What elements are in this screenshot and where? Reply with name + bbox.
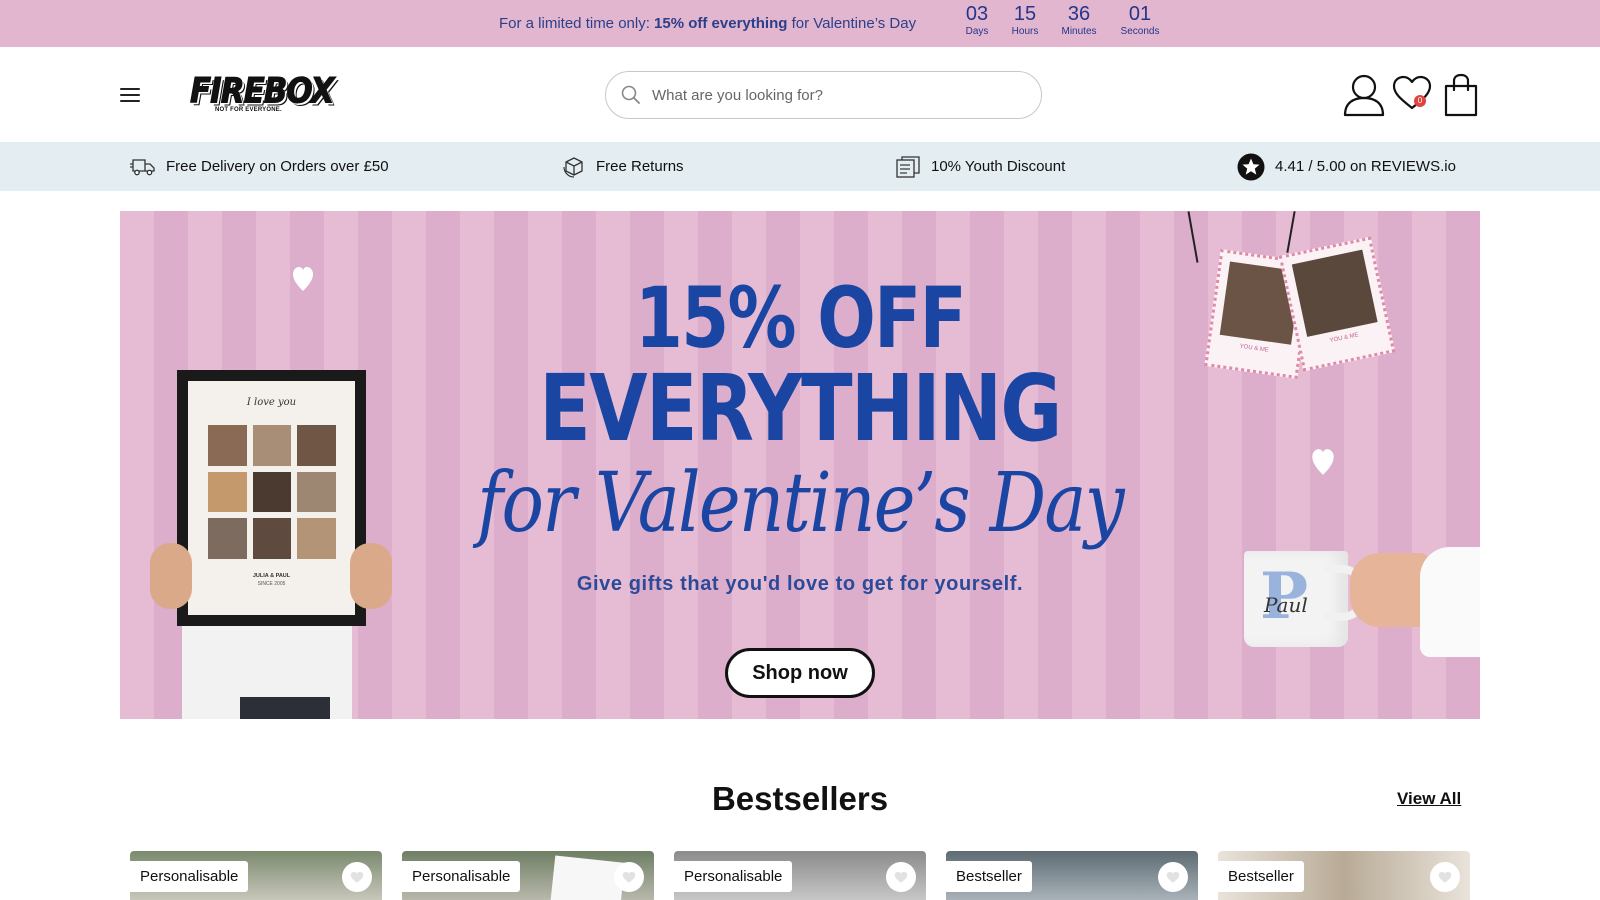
logo-wordmark: FIREBOX bbox=[190, 70, 336, 112]
product-card[interactable]: Bestseller bbox=[1218, 851, 1470, 900]
heart-icon bbox=[350, 871, 364, 883]
star-badge-icon bbox=[1237, 153, 1265, 180]
wishlist-toggle[interactable] bbox=[1158, 862, 1188, 892]
wishlist-toggle[interactable] bbox=[614, 862, 644, 892]
menu-icon[interactable] bbox=[120, 87, 142, 103]
product-card[interactable]: Personalisable bbox=[674, 851, 926, 900]
countdown-days: 03 Days bbox=[962, 2, 992, 38]
promo-text-before: For a limited time only: bbox=[499, 15, 655, 32]
tag-string bbox=[1286, 211, 1296, 253]
tag-string bbox=[1187, 211, 1199, 263]
hero-headline-line2: EVERYTHING bbox=[539, 355, 1062, 462]
bestsellers-title: Bestsellers bbox=[711, 780, 889, 817]
usp-bar: Free Delivery on Orders over £50 Free Re… bbox=[0, 142, 1600, 191]
countdown-hours-value: 15 bbox=[1013, 3, 1037, 25]
search-bar[interactable] bbox=[605, 71, 1042, 119]
product-card[interactable]: Personalisable bbox=[130, 851, 382, 900]
heart-icon bbox=[1166, 871, 1180, 883]
person-jeans bbox=[240, 697, 330, 719]
product-card[interactable]: Personalisable bbox=[402, 851, 654, 900]
product-badge: Personalisable bbox=[674, 861, 793, 892]
countdown-seconds: 01 Seconds bbox=[1117, 2, 1163, 38]
sleeve bbox=[1420, 547, 1480, 657]
bag-icon[interactable] bbox=[1443, 73, 1479, 117]
firebox-logo[interactable]: FIREBOX NOT FOR EVERYONE. bbox=[190, 70, 336, 115]
view-all-link[interactable]: View All bbox=[1397, 789, 1461, 809]
promo-text-after: for Valentine’s Day bbox=[787, 15, 917, 32]
usp-reviews[interactable]: 4.41 / 5.00 on REVIEWS.io bbox=[1237, 142, 1456, 191]
countdown-minutes: 36 Minutes bbox=[1058, 2, 1100, 38]
youth-card-icon bbox=[896, 155, 920, 178]
countdown-minutes-label: Minutes bbox=[1061, 26, 1097, 37]
countdown-seconds-label: Seconds bbox=[1120, 26, 1160, 37]
account-icon[interactable] bbox=[1343, 73, 1385, 117]
product-badge: Personalisable bbox=[402, 861, 521, 892]
wishlist-toggle[interactable] bbox=[886, 862, 916, 892]
wishlist-toggle[interactable] bbox=[1430, 862, 1460, 892]
promo-text: For a limited time only: 15% off everyth… bbox=[499, 15, 916, 32]
hero-banner[interactable]: I love you JULIA & PAUL SINCE 2005 YOU &… bbox=[120, 211, 1480, 719]
usp-free-returns-text: Free Returns bbox=[596, 158, 684, 175]
heart-icon bbox=[894, 871, 908, 883]
usp-free-returns: Free Returns bbox=[562, 142, 684, 191]
countdown-seconds-value: 01 bbox=[1128, 3, 1152, 25]
usp-reviews-text: 4.41 / 5.00 on REVIEWS.io bbox=[1275, 158, 1456, 175]
usp-free-delivery: Free Delivery on Orders over £50 bbox=[130, 142, 389, 191]
product-card[interactable]: Bestseller bbox=[946, 851, 1198, 900]
promo-text-bold: 15% off everything bbox=[654, 15, 788, 32]
countdown-minutes-value: 36 bbox=[1067, 3, 1091, 25]
search-input[interactable] bbox=[652, 82, 1022, 108]
site-header: FIREBOX NOT FOR EVERYONE. 0 bbox=[0, 47, 1600, 142]
countdown-hours: 15 Hours bbox=[1009, 2, 1041, 38]
usp-free-delivery-text: Free Delivery on Orders over £50 bbox=[166, 158, 389, 175]
product-badge: Bestseller bbox=[1218, 861, 1304, 892]
usp-youth-discount: 10% Youth Discount bbox=[895, 142, 1065, 191]
promo-bar: For a limited time only: 15% off everyth… bbox=[0, 0, 1600, 47]
returns-box-icon bbox=[563, 156, 583, 178]
countdown-days-value: 03 bbox=[965, 3, 989, 25]
heart-icon bbox=[1392, 75, 1432, 110]
hero-subtitle: Give gifts that you'd love to get for yo… bbox=[576, 573, 1024, 595]
wishlist-toggle[interactable] bbox=[342, 862, 372, 892]
countdown-days-label: Days bbox=[965, 26, 989, 37]
shop-now-button[interactable]: Shop now bbox=[725, 648, 875, 698]
hero-headline-script: for Valentine’s Day bbox=[477, 456, 1124, 551]
heart-icon bbox=[622, 871, 636, 883]
logo-tagline: NOT FOR EVERYONE. bbox=[215, 107, 282, 113]
heart-icon bbox=[1438, 871, 1452, 883]
mug-name: Paul bbox=[1264, 593, 1308, 617]
countdown-hours-label: Hours bbox=[1011, 26, 1039, 37]
wishlist-count-badge: 0 bbox=[1414, 95, 1426, 107]
search-icon bbox=[621, 85, 640, 104]
usp-youth-discount-text: 10% Youth Discount bbox=[931, 158, 1066, 175]
product-badge: Personalisable bbox=[130, 861, 249, 892]
wishlist-button[interactable]: 0 bbox=[1392, 75, 1434, 115]
hero-headline-line1: 15% OFF bbox=[634, 269, 967, 367]
product-badge: Bestseller bbox=[946, 861, 1032, 892]
delivery-truck-icon bbox=[130, 158, 155, 175]
